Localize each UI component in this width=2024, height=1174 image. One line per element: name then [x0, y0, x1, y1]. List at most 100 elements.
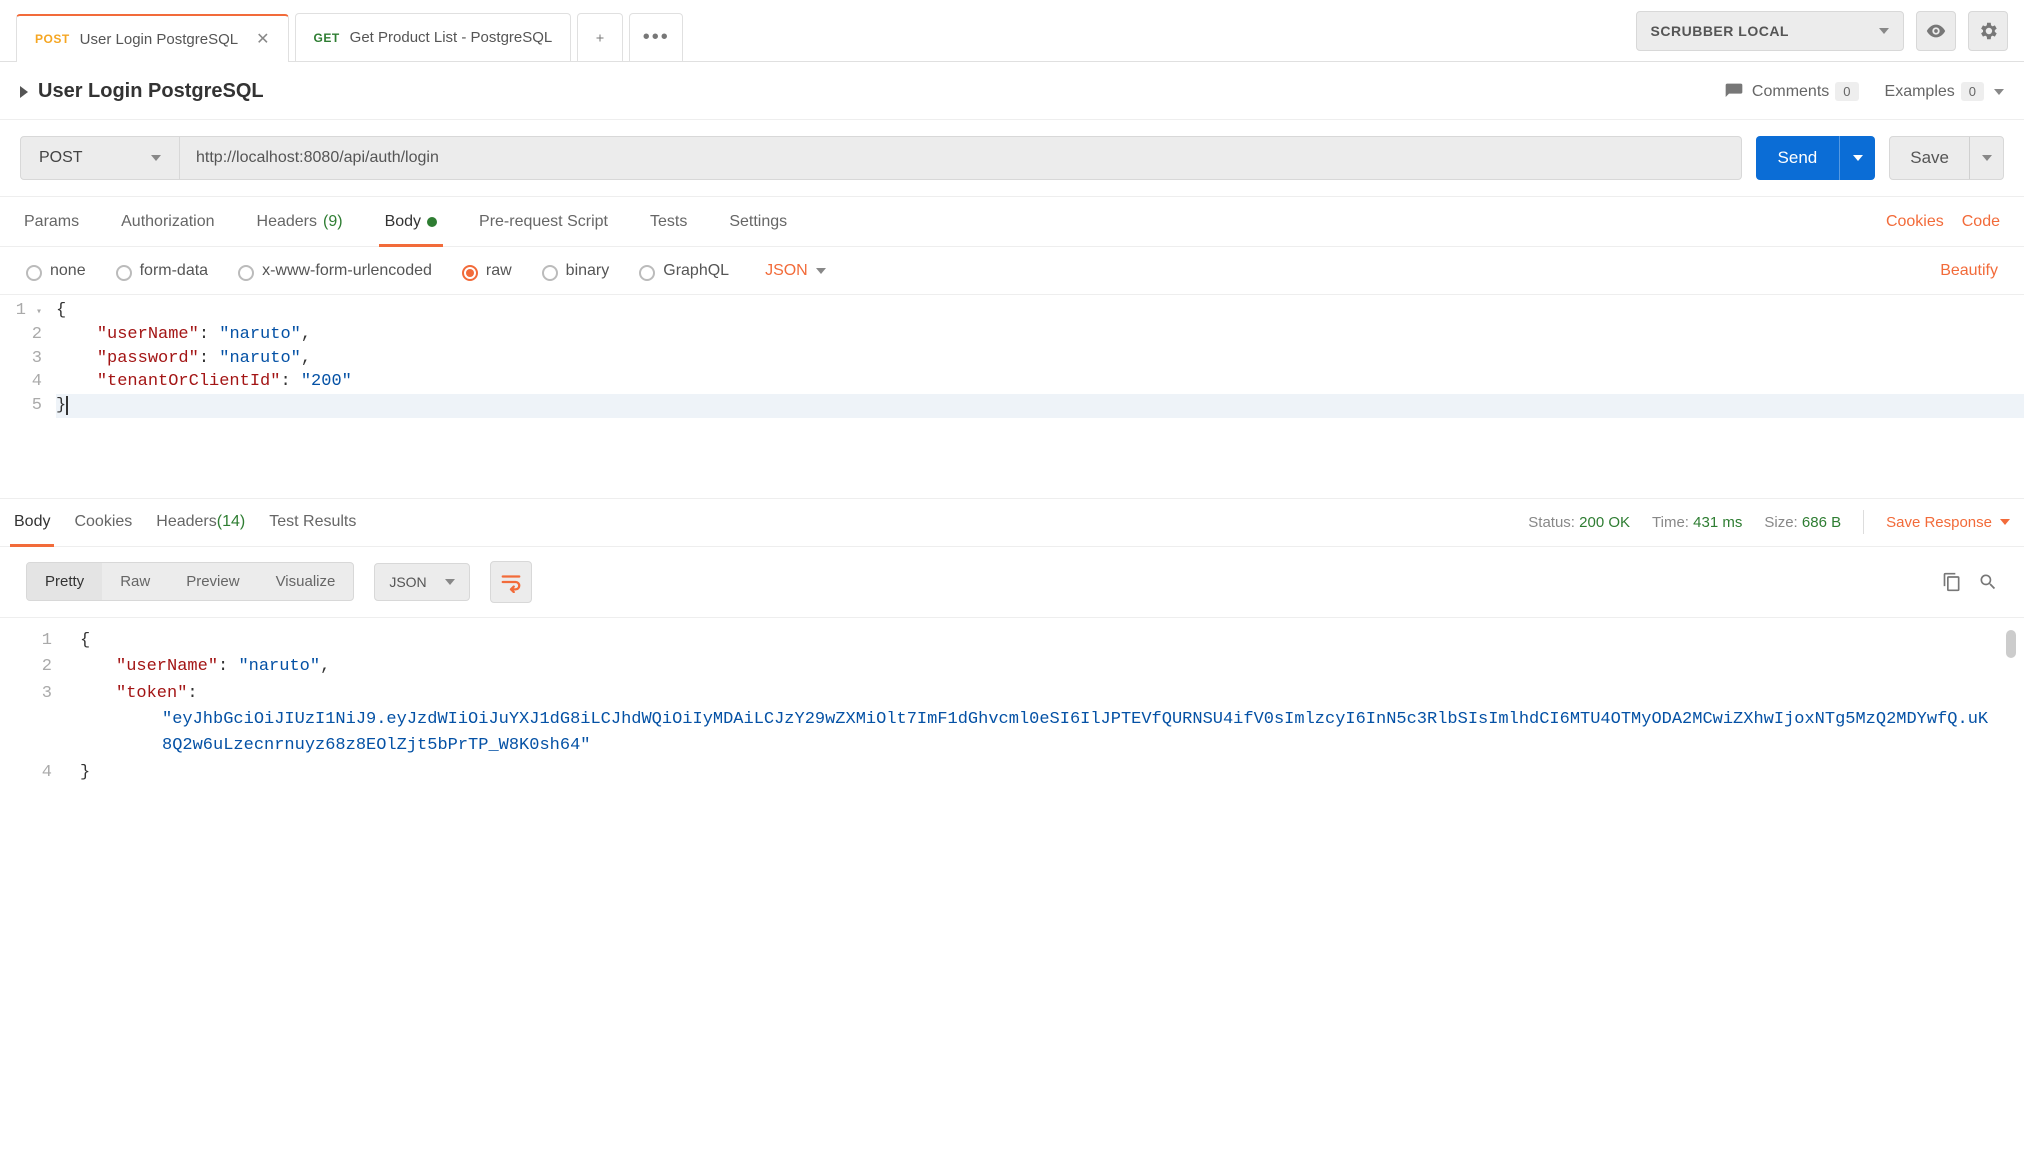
- view-preview[interactable]: Preview: [168, 563, 257, 600]
- search-icon: [1978, 572, 1998, 592]
- label: x-www-form-urlencoded: [262, 262, 432, 280]
- save-button[interactable]: Save: [1889, 136, 2004, 180]
- comments-count: 0: [1835, 82, 1858, 101]
- tab-label: Body: [385, 213, 421, 231]
- code-line: {: [56, 299, 2024, 323]
- tab-label: Get Product List - PostgreSQL: [350, 29, 553, 46]
- tab-authorization[interactable]: Authorization: [121, 197, 214, 246]
- save-response-dropdown[interactable]: Save Response: [1886, 514, 2010, 531]
- body-type-none[interactable]: none: [26, 262, 86, 280]
- raw-format-value: JSON: [765, 262, 808, 280]
- examples-dropdown[interactable]: Examples 0: [1885, 82, 2004, 101]
- search-response-button[interactable]: [1978, 572, 1998, 592]
- copy-response-button[interactable]: [1942, 572, 1962, 592]
- more-icon: •••: [643, 26, 670, 49]
- response-format-select[interactable]: JSON: [374, 563, 469, 601]
- chevron-down-icon: [1994, 89, 2004, 95]
- request-tab[interactable]: GET Get Product List - PostgreSQL: [295, 13, 572, 61]
- tab-label: Pre-request Script: [479, 213, 608, 231]
- status-display: Status: 200 OK: [1528, 514, 1630, 531]
- send-dropdown[interactable]: [1839, 136, 1875, 180]
- beautify-button[interactable]: Beautify: [1940, 262, 1998, 280]
- view-raw[interactable]: Raw: [102, 563, 168, 600]
- response-tab-testresults[interactable]: Test Results: [269, 499, 356, 546]
- url-input[interactable]: http://localhost:8080/api/auth/login: [180, 136, 1742, 180]
- examples-count: 0: [1961, 82, 1984, 101]
- response-format-value: JSON: [389, 574, 426, 590]
- response-view-segmented: Pretty Raw Preview Visualize: [26, 562, 354, 601]
- chevron-down-icon: [1853, 155, 1863, 161]
- divider: [1863, 510, 1864, 534]
- label: raw: [486, 262, 512, 280]
- label: binary: [566, 262, 610, 280]
- response-body-viewer[interactable]: 1{ 2"userName": "naruto", 3"token": "eyJ…: [0, 618, 2024, 806]
- view-visualize[interactable]: Visualize: [258, 563, 354, 600]
- body-type-formdata[interactable]: form-data: [116, 262, 208, 280]
- save-label: Save: [1890, 137, 1969, 179]
- http-method-value: POST: [39, 149, 83, 167]
- chevron-down-icon: [1879, 28, 1889, 34]
- comments-label: Comments: [1752, 83, 1829, 101]
- size-display: Size: 686 B: [1764, 514, 1841, 531]
- tab-headers[interactable]: Headers (9): [257, 197, 343, 246]
- tab-params[interactable]: Params: [24, 197, 79, 246]
- code-line: "eyJhbGciOiJIUzI1NiJ9.eyJzdWIiOiJuYXJ1dG…: [80, 707, 2024, 760]
- tab-body[interactable]: Body: [385, 197, 437, 246]
- request-title: User Login PostgreSQL: [38, 80, 264, 103]
- http-method-select[interactable]: POST: [20, 136, 180, 180]
- code-link[interactable]: Code: [1962, 213, 2000, 231]
- tab-overflow-button[interactable]: •••: [629, 13, 683, 61]
- tab-label: Headers: [156, 513, 216, 531]
- tab-settings[interactable]: Settings: [729, 197, 787, 246]
- tab-tests[interactable]: Tests: [650, 197, 687, 246]
- tab-label: User Login PostgreSQL: [80, 31, 238, 48]
- tab-label: Cookies: [74, 513, 132, 531]
- chevron-down-icon: [1982, 155, 1992, 161]
- tab-label: Tests: [650, 213, 687, 231]
- request-tab-active[interactable]: POST User Login PostgreSQL ✕: [16, 14, 289, 62]
- radio-icon: [542, 265, 558, 281]
- cookies-link[interactable]: Cookies: [1886, 213, 1944, 231]
- code-line: }: [80, 760, 2024, 786]
- chevron-down-icon: [816, 268, 826, 274]
- tab-label: Authorization: [121, 213, 214, 231]
- response-tab-cookies[interactable]: Cookies: [74, 499, 132, 546]
- gear-icon: [1977, 20, 1999, 42]
- close-icon[interactable]: ✕: [256, 29, 269, 49]
- save-response-label: Save Response: [1886, 514, 1992, 531]
- scrollbar-thumb[interactable]: [2006, 630, 2016, 658]
- copy-icon: [1942, 572, 1962, 592]
- save-dropdown[interactable]: [1969, 137, 2003, 179]
- tab-prerequest[interactable]: Pre-request Script: [479, 197, 608, 246]
- label: GraphQL: [663, 262, 729, 280]
- body-type-graphql[interactable]: GraphQL: [639, 262, 729, 280]
- radio-icon: [116, 265, 132, 281]
- request-body-editor[interactable]: 1 ▾{ 2 "userName": "naruto", 3 "password…: [0, 295, 2024, 499]
- text-cursor-icon: [66, 396, 68, 415]
- send-button[interactable]: Send: [1756, 136, 1876, 180]
- environment-quicklook-button[interactable]: [1916, 11, 1956, 51]
- time-display: Time: 431 ms: [1652, 514, 1742, 531]
- comments-button[interactable]: Comments 0: [1724, 82, 1859, 102]
- new-tab-button[interactable]: [577, 13, 623, 61]
- radio-checked-icon: [462, 265, 478, 281]
- response-tab-headers[interactable]: Headers (14): [156, 499, 245, 546]
- body-type-urlencoded[interactable]: x-www-form-urlencoded: [238, 262, 432, 280]
- tab-label: Settings: [729, 213, 787, 231]
- environment-select[interactable]: SCRUBBER LOCAL: [1636, 11, 1904, 51]
- tab-label: Body: [14, 513, 50, 531]
- radio-icon: [26, 265, 42, 281]
- body-type-binary[interactable]: binary: [542, 262, 610, 280]
- raw-format-select[interactable]: JSON: [765, 262, 826, 280]
- response-tab-body[interactable]: Body: [14, 499, 50, 546]
- view-pretty[interactable]: Pretty: [27, 563, 102, 600]
- settings-button[interactable]: [1968, 11, 2008, 51]
- examples-label: Examples: [1885, 83, 1955, 101]
- code-line: "token":: [80, 681, 2024, 707]
- breadcrumb[interactable]: User Login PostgreSQL: [20, 80, 264, 103]
- body-type-raw[interactable]: raw: [462, 262, 512, 280]
- wrap-lines-button[interactable]: [490, 561, 532, 603]
- headers-count: (9): [323, 213, 343, 231]
- method-badge-post: POST: [35, 32, 70, 46]
- label: none: [50, 262, 86, 280]
